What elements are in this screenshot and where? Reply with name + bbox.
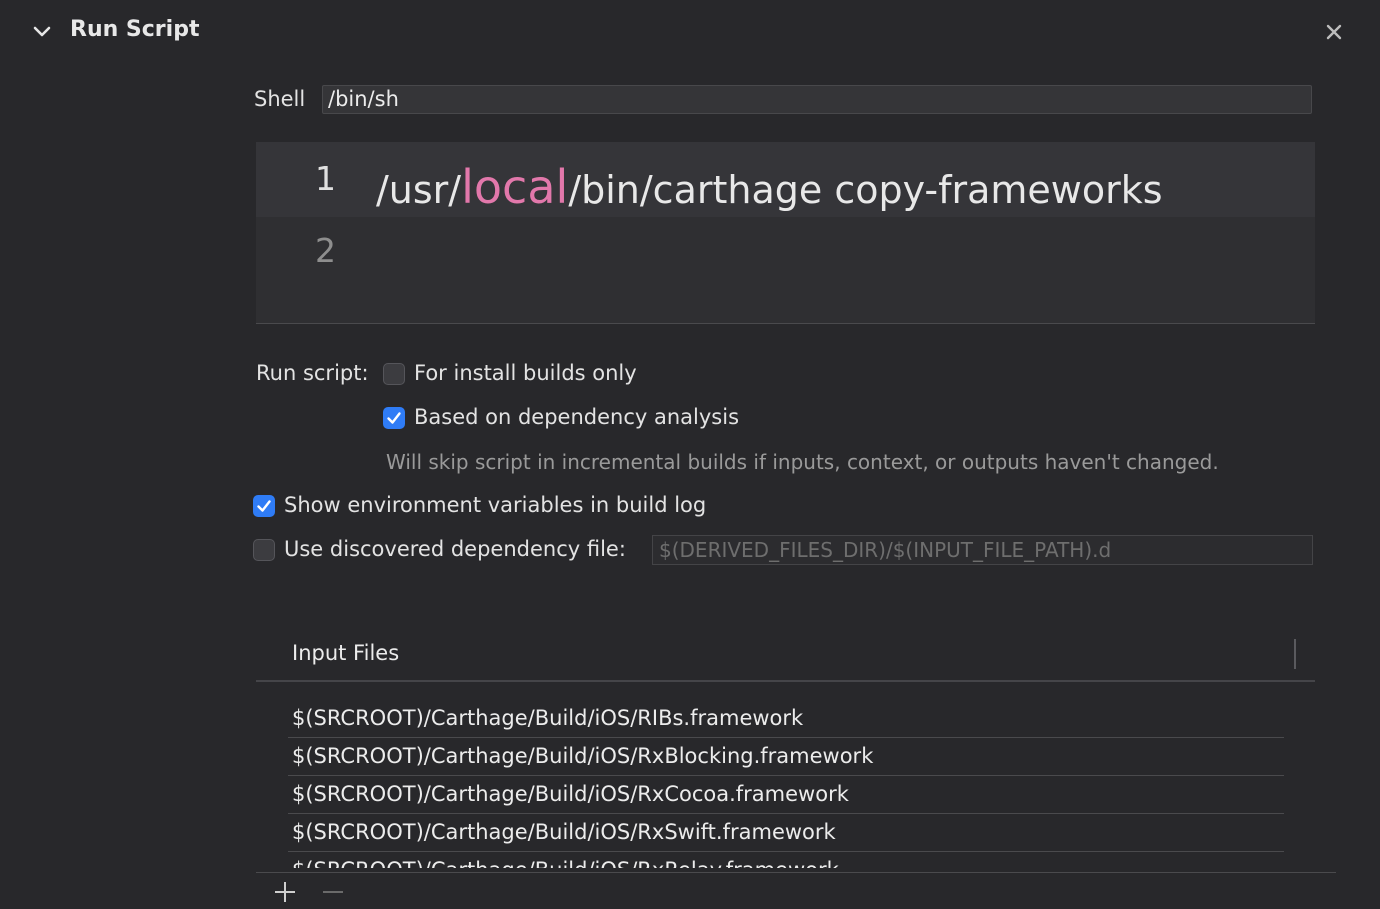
line-number: 1	[315, 159, 336, 198]
show-env-vars-checkbox[interactable]	[253, 495, 275, 517]
dependency-file-input[interactable]: $(DERIVED_FILES_DIR)/$(INPUT_FILE_PATH).…	[652, 535, 1313, 565]
code-keyword: local	[461, 160, 569, 214]
script-editor[interactable]: 1 2 /usr/local/bin/carthage copy-framewo…	[256, 142, 1315, 324]
header-separator	[256, 680, 1315, 682]
line-number: 2	[315, 231, 336, 270]
footer-separator	[256, 872, 1336, 873]
dependency-hint: Will skip script in incremental builds i…	[386, 450, 1219, 474]
shell-input[interactable]: /bin/sh	[322, 85, 1312, 114]
shell-label: Shell	[254, 87, 306, 111]
checkmark-icon	[257, 500, 271, 512]
run-script-label: Run script:	[256, 361, 369, 385]
use-dep-file-label[interactable]: Use discovered dependency file:	[284, 537, 626, 561]
minus-icon	[323, 891, 343, 893]
show-env-vars-label[interactable]: Show environment variables in build log	[284, 493, 706, 517]
list-item[interactable]: $(SRCROOT)/Carthage/Build/iOS/RxRelay.fr…	[288, 852, 1284, 868]
input-files-header: Input Files	[292, 641, 400, 665]
code-line[interactable]: /usr/local/bin/carthage copy-frameworks	[376, 160, 1163, 214]
install-builds-label[interactable]: For install builds only	[414, 361, 637, 385]
remove-button[interactable]	[320, 879, 346, 905]
use-dep-file-checkbox[interactable]	[253, 539, 275, 561]
list-item[interactable]: $(SRCROOT)/Carthage/Build/iOS/RxSwift.fr…	[288, 814, 1284, 852]
input-files-list[interactable]: $(SRCROOT)/Carthage/Build/iOS/RIBs.frame…	[288, 700, 1284, 868]
code-token: /bin/carthage copy-frameworks	[568, 168, 1163, 212]
checkmark-icon	[387, 412, 401, 424]
list-item[interactable]: $(SRCROOT)/Carthage/Build/iOS/RxCocoa.fr…	[288, 776, 1284, 814]
dependency-analysis-label[interactable]: Based on dependency analysis	[414, 405, 739, 429]
close-icon[interactable]	[1320, 18, 1348, 46]
phase-title: Run Script	[70, 17, 200, 42]
list-item[interactable]: $(SRCROOT)/Carthage/Build/iOS/RxBlocking…	[288, 738, 1284, 776]
chevron-down-icon[interactable]	[30, 20, 54, 44]
plus-icon	[275, 882, 295, 902]
list-item[interactable]: $(SRCROOT)/Carthage/Build/iOS/RIBs.frame…	[288, 700, 1284, 738]
install-builds-checkbox[interactable]	[383, 363, 405, 385]
code-token: /usr/	[376, 168, 462, 212]
add-button[interactable]	[272, 879, 298, 905]
dependency-analysis-checkbox[interactable]	[383, 407, 405, 429]
column-divider[interactable]	[1294, 639, 1296, 669]
